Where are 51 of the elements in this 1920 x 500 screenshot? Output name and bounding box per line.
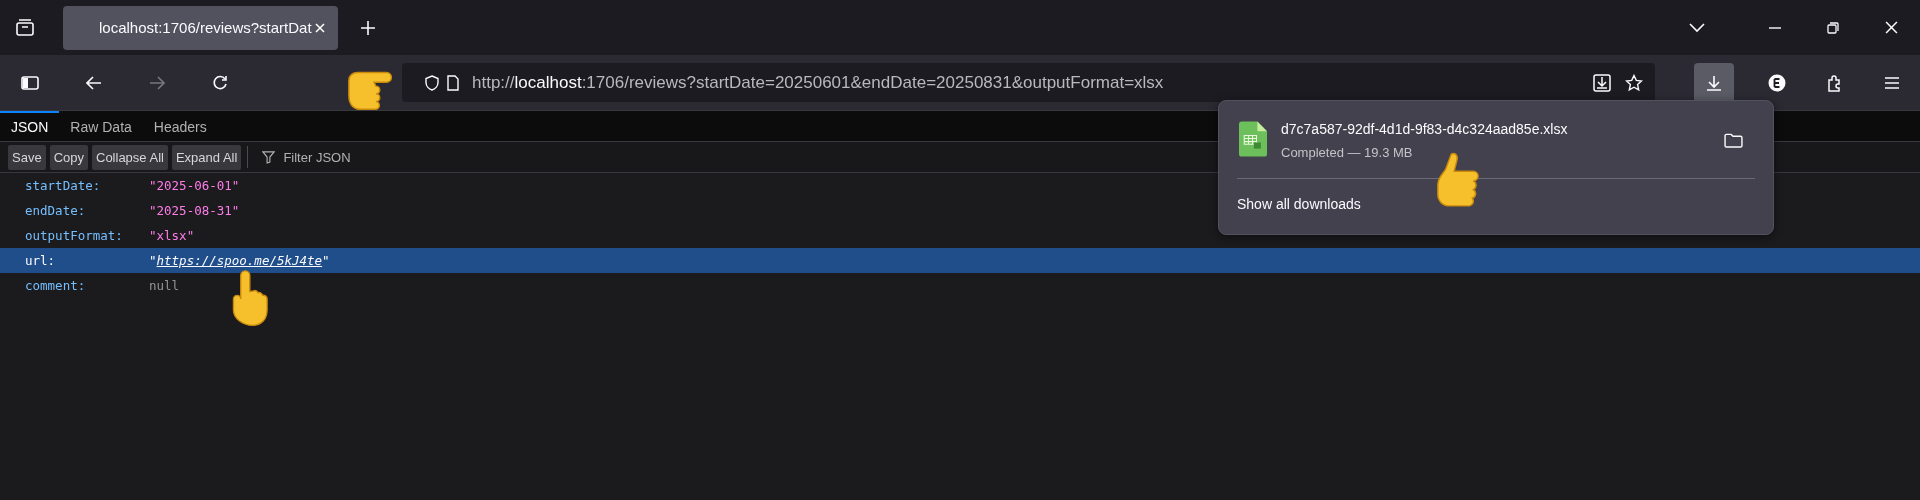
json-row[interactable]: outputFormat: "xlsx" xyxy=(0,223,1200,248)
json-value: "https://spoo.me/5kJ4te" xyxy=(149,253,330,268)
show-all-downloads-link[interactable]: Show all downloads xyxy=(1237,196,1361,212)
folder-icon[interactable] xyxy=(1724,133,1743,148)
url-link[interactable]: https://spoo.me/5kJ4te xyxy=(156,253,323,268)
address-bar[interactable]: http://localhost:1706/reviews?startDate=20250601&endDate=20250831&outputFormat=xlsx xyxy=(402,63,1655,102)
extension-badge-icon[interactable] xyxy=(1768,73,1786,92)
toolbar-button[interactable]: Expand All xyxy=(171,144,242,170)
shield-icon[interactable] xyxy=(424,74,440,91)
json-key: endDate: xyxy=(0,203,149,218)
filter-icon xyxy=(262,150,276,164)
json-value: null xyxy=(149,278,180,293)
json-value: "2025-08-31" xyxy=(149,203,240,218)
json-row[interactable]: endDate: "2025-08-31" xyxy=(0,198,1200,223)
json-row[interactable]: comment: null xyxy=(0,273,1200,298)
json-value: "xlsx" xyxy=(149,228,195,243)
json-row[interactable]: startDate: "2025-06-01" xyxy=(0,173,1200,198)
thumbs-up-icon xyxy=(1434,150,1482,208)
json-key: outputFormat: xyxy=(0,228,149,243)
close-icon[interactable] xyxy=(314,21,326,34)
forward-arrow-icon[interactable] xyxy=(149,75,165,90)
file-name[interactable]: d7c7a587-92df-4d1d-9f83-d4c324aad85e.xlsx xyxy=(1281,121,1568,137)
plus-icon[interactable] xyxy=(360,19,376,36)
chevron-down-icon[interactable] xyxy=(1689,22,1705,33)
tab-list-icon[interactable] xyxy=(15,17,35,38)
url-text: http://localhost:1706/reviews?startDate=20250601&endDate=20250831&outputFormat=xlsx xyxy=(472,72,1164,93)
reload-icon[interactable] xyxy=(212,74,228,91)
download-tray-icon[interactable] xyxy=(1593,73,1611,92)
back-arrow-icon[interactable] xyxy=(86,75,102,90)
viewer-tab[interactable]: Raw Data xyxy=(59,111,143,141)
json-key: startDate: xyxy=(0,178,149,193)
spreadsheet-file-icon xyxy=(1239,121,1267,157)
download-icon xyxy=(1706,74,1722,91)
downloads-button[interactable] xyxy=(1694,62,1734,103)
json-value: "2025-06-01" xyxy=(149,178,240,193)
sidebar-icon[interactable] xyxy=(21,75,39,90)
json-row[interactable]: url: "https://spoo.me/5kJ4te" xyxy=(0,248,1920,273)
viewer-tab[interactable]: Headers xyxy=(142,111,218,141)
menu-icon[interactable] xyxy=(1884,75,1900,90)
json-key: comment: xyxy=(0,278,149,293)
close-icon[interactable] xyxy=(1885,21,1898,34)
minimize-icon[interactable] xyxy=(1769,26,1781,29)
json-key: url: xyxy=(0,253,149,268)
toolbar-button[interactable]: Save xyxy=(8,144,46,170)
browser-tab[interactable]: localhost:1706/reviews?startDat xyxy=(63,5,338,50)
toolbar-button[interactable]: Collapse All xyxy=(92,144,168,170)
download-status: Completed — 19.3 MB xyxy=(1281,145,1413,160)
restore-icon[interactable] xyxy=(1827,21,1839,34)
star-icon[interactable] xyxy=(1625,73,1643,92)
page-icon[interactable] xyxy=(446,74,460,91)
toolbar-button[interactable]: Copy xyxy=(49,144,88,170)
